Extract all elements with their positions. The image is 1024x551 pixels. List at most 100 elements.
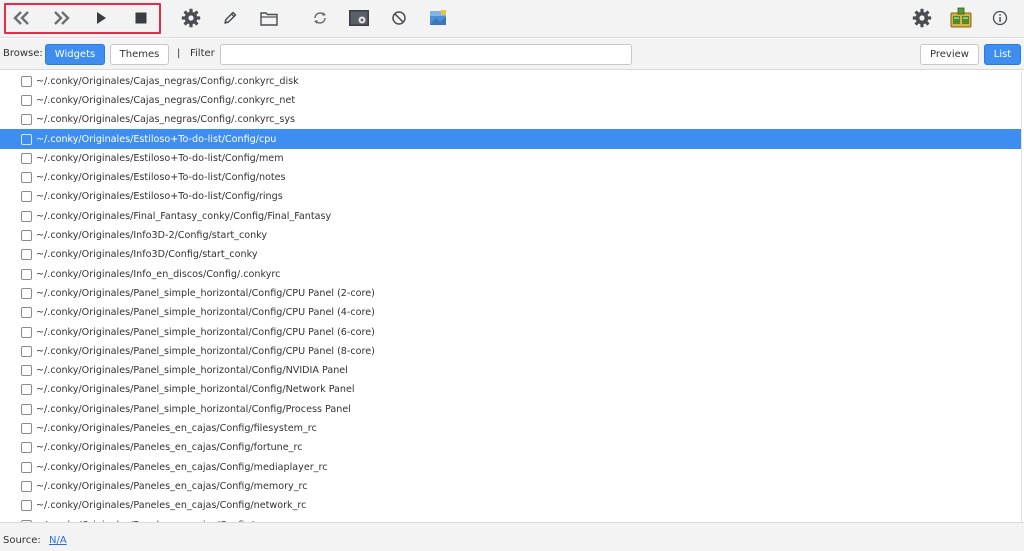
list-item[interactable]: ~/.conky/Originales/Panel_simple_horizon… — [0, 284, 1021, 303]
rewind-button[interactable] — [9, 5, 35, 31]
list-item-path: ~/.conky/Originales/Info3D-2/Config/star… — [36, 230, 268, 242]
list-item[interactable]: ~/.conky/Originales/Estiloso+To-do-list/… — [0, 149, 1021, 168]
enable-checkbox[interactable] — [21, 345, 32, 357]
list-item[interactable]: ~/.conky/Originales/Panel_simple_horizon… — [0, 322, 1021, 341]
open-folder-button[interactable] — [256, 5, 282, 31]
list-item[interactable]: ~/.conky/Originales/Cajas_negras/Config/… — [0, 91, 1021, 110]
enable-checkbox[interactable] — [21, 152, 32, 164]
enable-checkbox[interactable] — [21, 191, 32, 203]
filter-input[interactable] — [220, 44, 632, 65]
list-item[interactable]: ~/.conky/Originales/Paneles_en_cajas/Con… — [0, 496, 1021, 515]
themes-button[interactable]: Themes — [110, 44, 169, 65]
ban-icon — [392, 11, 406, 25]
list-item-path: ~/.conky/Originales/Cajas_negras/Config/… — [36, 94, 296, 106]
list-item[interactable]: ~/.conky/Originales/Panel_simple_horizon… — [0, 400, 1021, 419]
list-item[interactable]: ~/.conky/Originales/Panel_simple_horizon… — [0, 380, 1021, 399]
list-item[interactable]: ~/.conky/Originales/Info3D-2/Config/star… — [0, 226, 1021, 245]
enable-checkbox[interactable] — [21, 287, 32, 299]
enable-checkbox[interactable] — [21, 384, 32, 396]
enable-checkbox[interactable] — [21, 94, 32, 106]
list-item[interactable]: ~/.conky/Originales/Paneles_en_cajas/Con… — [0, 419, 1021, 438]
list-item[interactable]: ~/.conky/Originales/Cajas_negras/Config/… — [0, 72, 1021, 91]
enable-checkbox[interactable] — [21, 480, 32, 492]
list-item-path: ~/.conky/Originales/Cajas_negras/Config/… — [36, 114, 296, 126]
about-button[interactable] — [987, 5, 1013, 31]
enable-checkbox[interactable] — [21, 230, 32, 242]
stop-button[interactable] — [128, 5, 154, 31]
enable-checkbox[interactable] — [21, 249, 32, 261]
enable-checkbox[interactable] — [21, 461, 32, 473]
enable-checkbox[interactable] — [21, 423, 32, 435]
list-item[interactable]: ~/.conky/Originales/Estiloso+To-do-list/… — [0, 168, 1021, 187]
enable-checkbox[interactable] — [21, 307, 32, 319]
list-item-path: ~/.conky/Originales/Info3D/Config/start_… — [36, 249, 258, 261]
disable-button[interactable] — [386, 5, 412, 31]
enable-checkbox[interactable] — [21, 210, 32, 222]
widget-list: ~/.conky/Originales/Cajas_negras/Config/… — [0, 71, 1022, 522]
refresh-icon — [314, 12, 326, 24]
edit-button[interactable] — [217, 5, 243, 31]
list-item[interactable]: ~/.conky/Originales/Panel_simple_horizon… — [0, 303, 1021, 322]
list-item-path: ~/.conky/Originales/Estiloso+To-do-list/… — [36, 152, 284, 164]
list-item-path: ~/.conky/Originales/Panel_simple_horizon… — [36, 365, 348, 377]
fast-forward-button[interactable] — [48, 5, 74, 31]
list-item-path: ~/.conky/Originales/Panel_simple_horizon… — [36, 384, 355, 396]
enable-checkbox[interactable] — [21, 172, 32, 184]
list-item[interactable]: ~/.conky/Originales/Paneles_en_cajas/Con… — [0, 477, 1021, 496]
list-item-path: ~/.conky/Originales/Panel_simple_horizon… — [36, 345, 375, 357]
list-item-path: ~/.conky/Originales/Panel_simple_horizon… — [36, 326, 375, 338]
list-item-path: ~/.conky/Originales/Paneles_en_cajas/Con… — [36, 423, 317, 435]
image-icon — [430, 10, 446, 25]
list-item[interactable]: ~/.conky/Originales/Info_en_discos/Confi… — [0, 265, 1021, 284]
list-item-path: ~/.conky/Originales/Paneles_en_cajas/Con… — [36, 461, 328, 473]
enable-checkbox[interactable] — [21, 500, 32, 512]
source-link[interactable]: N/A — [49, 535, 67, 546]
list-item-path: ~/.conky/Originales/Panel_simple_horizon… — [36, 287, 375, 299]
refresh-button[interactable] — [307, 5, 333, 31]
conky-manager-button[interactable] — [948, 5, 974, 31]
list-item[interactable]: ~/.conky/Originales/Final_Fantasy_conky/… — [0, 207, 1021, 226]
screen-settings-button[interactable] — [346, 5, 372, 31]
list-item-path: ~/.conky/Originales/Paneles_en_cajas/Con… — [36, 500, 307, 512]
enable-checkbox[interactable] — [21, 268, 32, 280]
list-item-path: ~/.conky/Originales/Panel_simple_horizon… — [36, 307, 375, 319]
list-item-path: ~/.conky/Originales/Final_Fantasy_conky/… — [36, 210, 332, 222]
conky-icon — [950, 7, 972, 28]
play-icon — [97, 12, 106, 24]
widget-settings-button[interactable] — [178, 5, 204, 31]
enable-checkbox[interactable] — [21, 326, 32, 338]
wallpaper-button[interactable] — [425, 5, 451, 31]
list-item[interactable]: ~/.conky/Originales/Cajas_negras/Config/… — [0, 110, 1021, 129]
widgets-button[interactable]: Widgets — [45, 44, 105, 65]
pencil-icon — [224, 11, 237, 24]
enable-checkbox[interactable] — [21, 365, 32, 377]
list-item-path: ~/.conky/Originales/Info_en_discos/Confi… — [36, 268, 281, 280]
screen-settings-icon — [349, 10, 369, 26]
preview-button[interactable]: Preview — [920, 44, 979, 65]
fast-forward-icon — [54, 11, 70, 25]
filter-label: Filter — [190, 48, 215, 59]
list-item[interactable]: ~/.conky/Originales/Info3D/Config/start_… — [0, 245, 1021, 264]
enable-checkbox[interactable] — [21, 75, 32, 87]
preferences-button[interactable] — [909, 5, 935, 31]
play-button[interactable] — [88, 5, 114, 31]
list-item[interactable]: ~/.conky/Originales/Paneles_en_cajas/Con… — [0, 458, 1021, 477]
gear-icon — [181, 8, 201, 28]
list-item[interactable]: ~/.conky/Originales/Paneles_en_cajas/Con… — [0, 515, 1021, 522]
browse-label: Browse: — [3, 48, 43, 59]
enable-checkbox[interactable] — [21, 114, 32, 126]
rewind-icon — [13, 11, 29, 25]
list-item[interactable]: ~/.conky/Originales/Estiloso+To-do-list/… — [0, 187, 1021, 206]
enable-checkbox[interactable] — [21, 133, 32, 145]
list-item-path: ~/.conky/Originales/Paneles_en_cajas/Con… — [36, 480, 308, 492]
list-item-path: ~/.conky/Originales/Paneles_en_cajas/Con… — [36, 442, 303, 454]
list-item[interactable]: ~/.conky/Originales/Paneles_en_cajas/Con… — [0, 438, 1021, 457]
list-view-button[interactable]: List — [984, 44, 1021, 65]
list-item-path: ~/.conky/Originales/Panel_simple_horizon… — [36, 403, 351, 415]
enable-checkbox[interactable] — [21, 403, 32, 415]
list-item[interactable]: ~/.conky/Originales/Panel_simple_horizon… — [0, 342, 1021, 361]
list-border — [1021, 71, 1022, 522]
enable-checkbox[interactable] — [21, 442, 32, 454]
list-item[interactable]: ~/.conky/Originales/Estiloso+To-do-list/… — [0, 129, 1021, 149]
list-item[interactable]: ~/.conky/Originales/Panel_simple_horizon… — [0, 361, 1021, 380]
